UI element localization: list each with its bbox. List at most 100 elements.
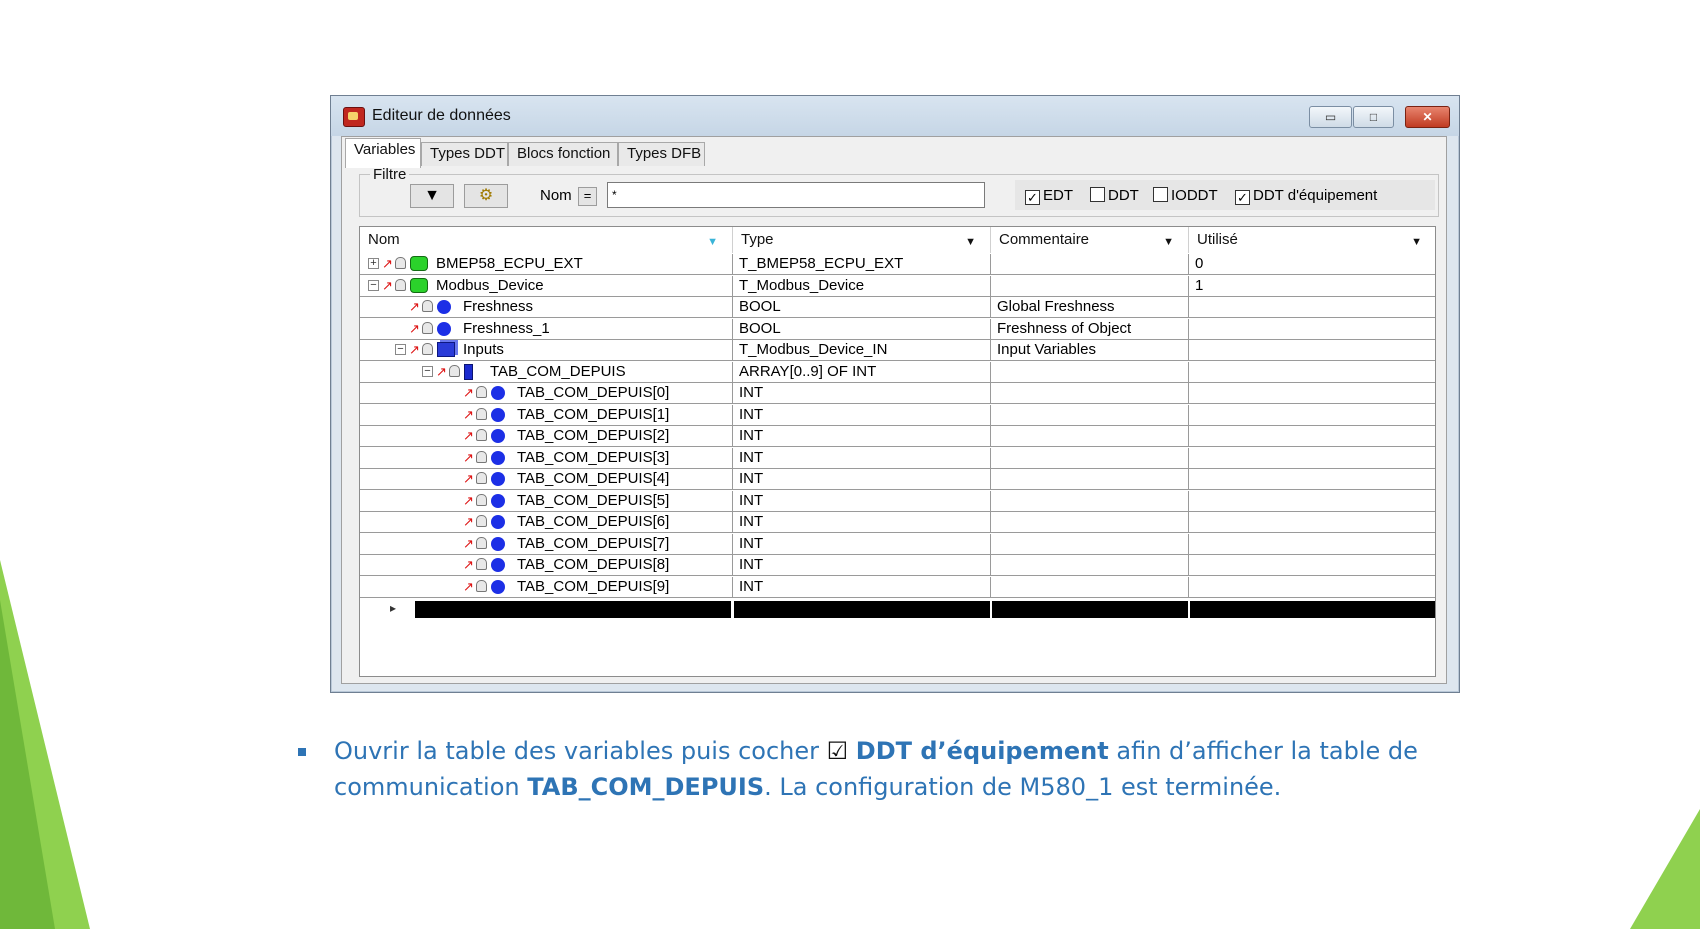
table-row[interactable]: ↗ TAB_COM_DEPUIS[0] INT [360,383,1435,404]
checkbox-ddt-equipement[interactable]: ✓ DDT d'équipement [1235,187,1377,205]
cell-used[interactable] [1189,383,1435,403]
table-row[interactable]: ↗ Freshness BOOL Global Freshness [360,297,1435,318]
table-row[interactable]: − ↗ TAB_COM_DEPUIS ARRAY[0..9] OF INT [360,361,1435,383]
table-row[interactable]: ↗ TAB_COM_DEPUIS[2] INT [360,426,1435,447]
cell-name[interactable]: − ↗ Inputs [360,340,733,360]
cell-name[interactable]: − ↗ TAB_COM_DEPUIS [360,361,733,382]
cell-used[interactable] [1189,512,1435,532]
cell-type[interactable]: BOOL [733,297,991,317]
tab-types-dfb[interactable]: Types DFB [618,142,705,166]
cell-name[interactable]: − ↗ Modbus_Device [360,275,733,296]
cell-comment[interactable] [991,576,1189,597]
filter-funnel-button[interactable]: ▼ [410,184,454,208]
new-row-used-cell[interactable] [1190,601,1435,618]
checkbox-edt-box[interactable]: ✓ [1025,190,1040,205]
checkbox-ioddt-box[interactable] [1153,187,1168,202]
cell-comment[interactable] [991,383,1189,403]
cell-used[interactable] [1189,577,1435,597]
cell-comment[interactable] [991,447,1189,468]
cell-used[interactable] [1189,448,1435,468]
cell-comment[interactable] [991,469,1189,489]
minimize-button[interactable]: ▭ [1309,106,1352,128]
cell-used[interactable] [1189,362,1435,382]
close-button[interactable]: ✕ [1405,106,1450,128]
table-row[interactable]: ↗ TAB_COM_DEPUIS[9] INT [360,576,1435,598]
cell-used[interactable]: 1 [1189,276,1435,296]
cell-comment[interactable] [991,555,1189,575]
cell-type[interactable]: INT [733,426,991,446]
table-row[interactable]: ↗ Freshness_1 BOOL Freshness of Object [360,318,1435,340]
cell-comment[interactable]: Input Variables [991,340,1189,360]
new-row-type-cell[interactable] [734,601,990,618]
column-header-nom[interactable]: Nom ▼ [360,227,733,253]
cell-name[interactable]: ↗ TAB_COM_DEPUIS[9] [360,576,733,597]
cell-comment[interactable] [991,275,1189,296]
cell-used[interactable] [1189,340,1435,360]
cell-comment[interactable] [991,254,1189,274]
cell-used[interactable] [1189,405,1435,425]
maximize-button[interactable]: □ [1353,106,1394,128]
cell-used[interactable]: 0 [1189,254,1435,274]
cell-name[interactable]: ↗ TAB_COM_DEPUIS[8] [360,555,733,575]
cell-type[interactable]: INT [733,383,991,403]
cell-type[interactable]: INT [733,512,991,532]
table-row[interactable]: ↗ TAB_COM_DEPUIS[1] INT [360,404,1435,426]
cell-comment[interactable]: Freshness of Object [991,318,1189,339]
cell-comment[interactable] [991,361,1189,382]
table-row[interactable]: − ↗ Modbus_Device T_Modbus_Device 1 [360,275,1435,297]
checkbox-ddt[interactable]: DDT [1090,187,1139,204]
tab-types-ddt[interactable]: Types DDT [421,142,508,166]
cell-name[interactable]: ↗ TAB_COM_DEPUIS[0] [360,383,733,403]
cell-name[interactable]: ↗ TAB_COM_DEPUIS[3] [360,447,733,468]
table-row[interactable]: − ↗ Inputs T_Modbus_Device_IN Input Variable… [360,340,1435,361]
cell-type[interactable]: INT [733,447,991,468]
column-dropdown-icon[interactable]: ▼ [1411,235,1422,249]
cell-name[interactable]: ↗ TAB_COM_DEPUIS[2] [360,426,733,446]
table-row[interactable]: ↗ TAB_COM_DEPUIS[4] INT [360,469,1435,490]
cell-type[interactable]: T_Modbus_Device [733,275,991,296]
table-row[interactable]: ↗ TAB_COM_DEPUIS[8] INT [360,555,1435,576]
table-row[interactable]: ↗ TAB_COM_DEPUIS[6] INT [360,512,1435,533]
cell-type[interactable]: BOOL [733,318,991,339]
checkbox-ddt-equipement-box[interactable]: ✓ [1235,190,1250,205]
cell-used[interactable] [1189,491,1435,511]
cell-comment[interactable] [991,533,1189,554]
collapse-icon[interactable]: − [395,344,406,355]
cell-name[interactable]: ↗ TAB_COM_DEPUIS[5] [360,490,733,511]
cell-type[interactable]: T_Modbus_Device_IN [733,340,991,360]
cell-type[interactable]: INT [733,533,991,554]
filter-settings-button[interactable]: ⚙ [464,184,508,208]
column-header-type[interactable]: Type ▼ [733,227,991,253]
cell-comment[interactable] [991,404,1189,425]
cell-type[interactable]: INT [733,490,991,511]
cell-name[interactable]: ↗ Freshness [360,297,733,317]
name-filter-input[interactable] [607,182,985,208]
cell-name[interactable]: + ↗ BMEP58_ECPU_EXT [360,254,733,274]
new-row-comment-cell[interactable] [992,601,1188,618]
column-header-commentaire[interactable]: Commentaire ▼ [991,227,1189,253]
cell-type[interactable]: INT [733,555,991,575]
cell-used[interactable] [1189,534,1435,554]
equals-button[interactable]: = [578,187,597,206]
collapse-icon[interactable]: − [368,279,379,291]
cell-name[interactable]: ↗ TAB_COM_DEPUIS[7] [360,533,733,554]
cell-used[interactable] [1189,469,1435,489]
collapse-icon[interactable]: − [422,365,433,377]
table-row[interactable]: ↗ TAB_COM_DEPUIS[7] INT [360,533,1435,555]
cell-comment[interactable]: Global Freshness [991,297,1189,317]
tab-blocs-fonction[interactable]: Blocs fonction [508,142,618,166]
cell-type[interactable]: INT [733,404,991,425]
table-row[interactable]: ↗ TAB_COM_DEPUIS[5] INT [360,490,1435,512]
tab-variables[interactable]: Variables [345,138,421,168]
table-row[interactable]: ↗ TAB_COM_DEPUIS[3] INT [360,447,1435,469]
cell-type[interactable]: ARRAY[0..9] OF INT [733,361,991,382]
cell-name[interactable]: ↗ TAB_COM_DEPUIS[4] [360,469,733,489]
cell-used[interactable] [1189,319,1435,339]
checkbox-ddt-box[interactable] [1090,187,1105,202]
cell-name[interactable]: ↗ TAB_COM_DEPUIS[6] [360,512,733,532]
table-row[interactable]: + ↗ BMEP58_ECPU_EXT T_BMEP58_ECPU_EXT 0 [360,254,1435,275]
cell-name[interactable]: ↗ TAB_COM_DEPUIS[1] [360,404,733,425]
checkbox-edt[interactable]: ✓ EDT [1025,187,1073,205]
cell-used[interactable] [1189,297,1435,317]
cell-name[interactable]: ↗ Freshness_1 [360,318,733,339]
